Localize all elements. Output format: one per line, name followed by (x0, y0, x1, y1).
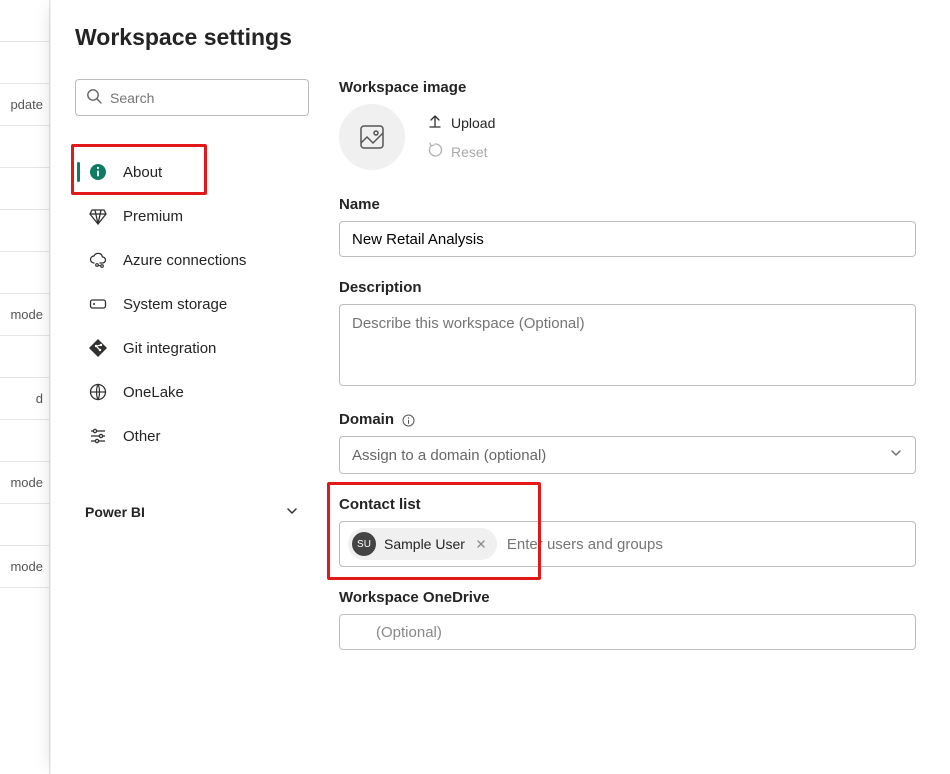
workspace-image-placeholder[interactable] (339, 104, 405, 170)
onedrive-input[interactable]: (Optional) (339, 614, 916, 650)
main-form: Workspace image Upload (339, 79, 916, 750)
sidebar-item-other[interactable]: Other (75, 414, 309, 458)
sidebar-item-label: Premium (123, 208, 183, 225)
bg-row: mode (0, 462, 49, 504)
search-input[interactable] (110, 90, 298, 106)
onelake-icon (87, 381, 109, 403)
chevron-down-icon (285, 504, 299, 521)
bg-row (0, 420, 49, 462)
sidebar: About Premium Azure connections (75, 79, 309, 750)
avatar: SU (352, 532, 376, 556)
bg-row (0, 126, 49, 168)
onedrive-placeholder: (Optional) (376, 624, 442, 641)
search-input-wrapper[interactable] (75, 79, 309, 116)
bg-row: pdate (0, 84, 49, 126)
domain-label: Domain (339, 411, 916, 428)
bg-row: mode (0, 294, 49, 336)
sidebar-item-label: Azure connections (123, 252, 246, 269)
storage-icon (87, 293, 109, 315)
domain-select[interactable]: Assign to a domain (optional) (339, 436, 916, 474)
workspace-image-label: Workspace image (339, 79, 916, 96)
sidebar-item-system-storage[interactable]: System storage (75, 282, 309, 326)
settings-panel: Workspace settings About (50, 0, 950, 774)
sidebar-group-label: Power BI (85, 504, 145, 520)
sidebar-item-azure-connections[interactable]: Azure connections (75, 238, 309, 282)
sidebar-item-premium[interactable]: Premium (75, 194, 309, 238)
page-title: Workspace settings (75, 24, 916, 51)
bg-row: d (0, 378, 49, 420)
sidebar-item-label: Other (123, 428, 161, 445)
contact-list-label: Contact list (339, 496, 916, 513)
sidebar-group-powerbi[interactable]: Power BI (75, 490, 309, 534)
sidebar-item-label: About (123, 164, 162, 181)
contact-list-input[interactable]: SU Sample User (339, 521, 916, 567)
sidebar-item-onelake[interactable]: OneLake (75, 370, 309, 414)
description-input[interactable] (339, 304, 916, 386)
bg-row (0, 0, 49, 42)
bg-row: mode (0, 546, 49, 588)
background-column: pdate mode d mode mode (0, 0, 50, 774)
reset-label: Reset (451, 144, 488, 160)
chip-name: Sample User (384, 536, 465, 552)
sidebar-item-git-integration[interactable]: Git integration (75, 326, 309, 370)
search-icon (86, 88, 110, 107)
sidebar-item-about[interactable]: About (75, 150, 309, 194)
contact-chip[interactable]: SU Sample User (348, 528, 497, 560)
bg-row (0, 336, 49, 378)
info-icon[interactable] (402, 414, 415, 427)
git-icon (87, 337, 109, 359)
bg-row (0, 168, 49, 210)
onedrive-label: Workspace OneDrive (339, 589, 916, 606)
domain-placeholder: Assign to a domain (optional) (352, 447, 546, 464)
name-label: Name (339, 196, 916, 213)
chip-remove-icon[interactable] (473, 536, 489, 552)
bg-row (0, 42, 49, 84)
diamond-icon (87, 205, 109, 227)
description-label: Description (339, 279, 916, 296)
sidebar-item-label: OneLake (123, 384, 184, 401)
upload-label: Upload (451, 115, 495, 131)
sliders-icon (87, 425, 109, 447)
image-icon (358, 123, 386, 151)
bg-row (0, 210, 49, 252)
info-icon (87, 161, 109, 183)
chevron-down-icon (889, 446, 903, 464)
upload-icon (427, 113, 443, 132)
sidebar-item-label: System storage (123, 296, 227, 313)
cloud-link-icon (87, 249, 109, 271)
reset-icon (427, 142, 443, 161)
bg-row (0, 504, 49, 546)
reset-button: Reset (427, 142, 495, 161)
name-input[interactable] (339, 221, 916, 257)
bg-row (0, 252, 49, 294)
upload-button[interactable]: Upload (427, 113, 495, 132)
contact-list-text-input[interactable] (507, 536, 907, 553)
sidebar-item-label: Git integration (123, 340, 216, 357)
